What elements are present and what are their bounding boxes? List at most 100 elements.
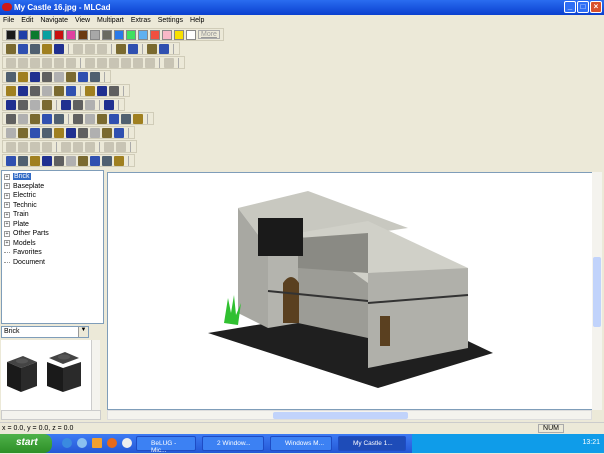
toolbar-button-icon[interactable]	[6, 113, 16, 124]
toolbar-button-icon[interactable]	[54, 85, 64, 96]
toolbar-button-icon[interactable]	[30, 99, 40, 110]
toolbar-button-icon[interactable]	[18, 141, 28, 152]
tree-item-technic[interactable]: + Technic	[4, 201, 101, 211]
toolbar-button-icon[interactable]	[78, 127, 88, 138]
toolbar-button-icon[interactable]	[114, 155, 124, 166]
toolbar-button-icon[interactable]	[164, 57, 174, 68]
expand-icon[interactable]: +	[4, 240, 10, 247]
toolbar-button-icon[interactable]	[30, 43, 40, 54]
color-swatch[interactable]	[174, 29, 184, 40]
toolbar-button-icon[interactable]	[66, 85, 76, 96]
toolbar-button-icon[interactable]	[109, 85, 119, 96]
toolbar-button-icon[interactable]	[114, 127, 124, 138]
toolbar-button-icon[interactable]	[6, 99, 16, 110]
task-mlcad[interactable]: My Castle 1...	[338, 436, 406, 451]
expand-icon[interactable]: +	[4, 230, 10, 237]
toolbar-button-icon[interactable]	[30, 71, 40, 82]
toolbar-button-icon[interactable]	[6, 71, 16, 82]
toolbar-button-icon[interactable]	[97, 113, 107, 124]
toolbar-button-icon[interactable]	[109, 113, 119, 124]
toolbar-button-icon[interactable]	[42, 43, 52, 54]
toolbar-button-icon[interactable]	[42, 141, 52, 152]
toolbar-button-icon[interactable]	[18, 43, 28, 54]
app-quicklaunch-icon[interactable]	[92, 438, 102, 448]
toolbar-button-icon[interactable]	[30, 113, 40, 124]
toolbar-button-icon[interactable]	[102, 127, 112, 138]
toolbar-button-icon[interactable]	[85, 43, 95, 54]
color-swatch[interactable]	[78, 29, 88, 40]
toolbar-button-icon[interactable]	[42, 57, 52, 68]
category-select[interactable]: Brick ▼	[1, 326, 89, 338]
toolbar-button-icon[interactable]	[78, 71, 88, 82]
color-swatch[interactable]	[30, 29, 40, 40]
toolbar-button-icon[interactable]	[61, 141, 71, 152]
tree-item-train[interactable]: + Train	[4, 210, 101, 220]
color-swatch[interactable]	[114, 29, 124, 40]
toolbar-button-icon[interactable]	[54, 43, 64, 54]
toolbar-button-icon[interactable]	[97, 43, 107, 54]
toolbar-button-icon[interactable]	[54, 71, 64, 82]
toolbar-button-icon[interactable]	[30, 127, 40, 138]
toolbar-button-icon[interactable]	[42, 127, 52, 138]
viewport-vertical-scrollbar[interactable]	[592, 172, 602, 410]
preview-horizontal-scrollbar[interactable]	[1, 410, 101, 420]
toolbar-button-icon[interactable]	[6, 141, 16, 152]
color-swatch[interactable]	[42, 29, 52, 40]
toolbar-button-icon[interactable]	[73, 113, 83, 124]
toolbar-button-icon[interactable]	[97, 57, 107, 68]
start-button[interactable]: start	[0, 434, 52, 453]
toolbar-button-icon[interactable]	[42, 113, 52, 124]
task-belug[interactable]: BeLUG - Mic...	[136, 436, 196, 454]
menu-help[interactable]: Help	[190, 15, 204, 27]
toolbar-button-icon[interactable]	[159, 43, 169, 54]
task-windows-group[interactable]: 2 Window...	[202, 436, 264, 451]
toolbar-button-icon[interactable]	[90, 71, 100, 82]
toolbar-button-icon[interactable]	[30, 155, 40, 166]
expand-icon[interactable]: +	[4, 183, 10, 190]
toolbar-button-icon[interactable]	[30, 141, 40, 152]
firefox-icon[interactable]	[107, 438, 117, 448]
color-swatch[interactable]	[186, 29, 196, 40]
toolbar-button-icon[interactable]	[42, 71, 52, 82]
toolbar-button-icon[interactable]	[61, 99, 71, 110]
toolbar-button-icon[interactable]	[66, 71, 76, 82]
color-swatch[interactable]	[138, 29, 148, 40]
preview-vertical-scrollbar[interactable]	[91, 340, 100, 410]
toolbar-button-icon[interactable]	[121, 113, 131, 124]
toolbar-button-icon[interactable]	[104, 141, 114, 152]
tree-item-document[interactable]: Document	[4, 258, 101, 268]
toolbar-button-icon[interactable]	[97, 85, 107, 96]
color-swatch[interactable]	[126, 29, 136, 40]
toolbar-button-icon[interactable]	[18, 99, 28, 110]
toolbar-button-icon[interactable]	[6, 57, 16, 68]
tree-item-other-parts[interactable]: + Other Parts	[4, 229, 101, 239]
toolbar-button-icon[interactable]	[128, 43, 138, 54]
color-swatch[interactable]	[66, 29, 76, 40]
toolbar-button-icon[interactable]	[85, 113, 95, 124]
3d-model-viewport[interactable]	[107, 172, 602, 410]
toolbar-button-icon[interactable]	[42, 99, 52, 110]
toolbar-button-icon[interactable]	[133, 57, 143, 68]
toolbar-button-icon[interactable]	[78, 155, 88, 166]
toolbar-button-icon[interactable]	[66, 57, 76, 68]
chevron-down-icon[interactable]: ▼	[78, 327, 88, 337]
toolbar-button-icon[interactable]	[147, 43, 157, 54]
viewport-horizontal-scrollbar[interactable]	[107, 410, 592, 420]
tree-item-brick[interactable]: + Brick	[4, 172, 101, 182]
tree-item-plate[interactable]: + Plate	[4, 220, 101, 230]
toolbar-button-icon[interactable]	[145, 57, 155, 68]
toolbar-button-icon[interactable]	[109, 57, 119, 68]
toolbar-button-icon[interactable]	[18, 57, 28, 68]
toolbar-button-icon[interactable]	[121, 57, 131, 68]
toolbar-button-icon[interactable]	[116, 141, 126, 152]
tree-item-baseplate[interactable]: + Baseplate	[4, 182, 101, 192]
toolbar-button-icon[interactable]	[73, 43, 83, 54]
toolbar-button-icon[interactable]	[18, 71, 28, 82]
menu-extras[interactable]: Extras	[131, 15, 151, 27]
menu-edit[interactable]: Edit	[21, 15, 33, 27]
color-swatch[interactable]	[90, 29, 100, 40]
media-icon[interactable]	[122, 438, 132, 448]
menu-settings[interactable]: Settings	[158, 15, 183, 27]
expand-icon[interactable]: +	[4, 221, 10, 228]
tree-item-electric[interactable]: + Electric	[4, 191, 101, 201]
